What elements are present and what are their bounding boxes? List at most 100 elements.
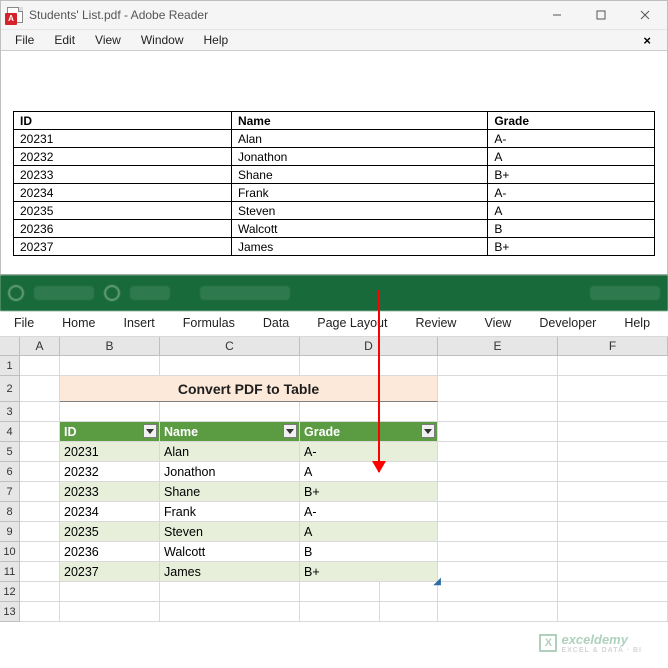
minimize-button[interactable] <box>535 1 579 29</box>
table-cell[interactable]: Walcott <box>160 542 300 562</box>
ribbon-tab-pagelayout[interactable]: Page Layout <box>303 311 401 336</box>
document-close-icon[interactable]: × <box>633 31 661 50</box>
pdf-table-row: 20231AlanA- <box>14 130 655 148</box>
watermark-sub: EXCEL & DATA · BI <box>561 647 642 654</box>
filter-dropdown-icon[interactable] <box>143 424 157 438</box>
excel-ribbon: File Home Insert Formulas Data Page Layo… <box>0 311 668 337</box>
table-cell[interactable]: 20233 <box>60 482 160 502</box>
row-header[interactable]: 13 <box>0 602 20 622</box>
ribbon-tab-help[interactable]: Help <box>610 311 664 336</box>
pdf-table-row: 20236WalcottB <box>14 220 655 238</box>
excel-titlebar-blur <box>200 286 290 300</box>
row-header[interactable]: 3 <box>0 402 20 422</box>
table-cell[interactable]: A <box>300 522 438 542</box>
col-header-B[interactable]: B <box>60 337 160 355</box>
filter-dropdown-icon[interactable] <box>283 424 297 438</box>
filter-dropdown-icon[interactable] <box>421 424 435 438</box>
annotation-arrow-icon <box>378 290 380 472</box>
menu-help[interactable]: Help <box>194 31 239 49</box>
row-header[interactable]: 7 <box>0 482 20 502</box>
select-all-corner[interactable] <box>0 337 20 355</box>
ribbon-tab-home[interactable]: Home <box>48 311 109 336</box>
excel-quick-access-icon <box>104 285 120 301</box>
row-header[interactable]: 11 <box>0 562 20 582</box>
table-cell[interactable]: 20231 <box>60 442 160 462</box>
pdf-table-row: 20234FrankA- <box>14 184 655 202</box>
ribbon-tab-view[interactable]: View <box>470 311 525 336</box>
maximize-button[interactable] <box>579 1 623 29</box>
row-header[interactable]: 9 <box>0 522 20 542</box>
ribbon-tab-insert[interactable]: Insert <box>110 311 169 336</box>
excel-titlebar-blur <box>590 286 660 300</box>
reader-titlebar: A Students' List.pdf - Adobe Reader <box>1 1 667 29</box>
row-header[interactable]: 2 <box>0 376 20 402</box>
ribbon-tab-developer[interactable]: Developer <box>525 311 610 336</box>
menu-window[interactable]: Window <box>131 31 194 49</box>
col-header-F[interactable]: F <box>558 337 668 355</box>
table-header-id: ID <box>60 422 160 442</box>
excel-window: File Home Insert Formulas Data Page Layo… <box>0 275 668 622</box>
ribbon-tab-file[interactable]: File <box>0 311 48 336</box>
table-cell[interactable]: Frank <box>160 502 300 522</box>
col-header-E[interactable]: E <box>438 337 558 355</box>
ribbon-tab-data[interactable]: Data <box>249 311 303 336</box>
ribbon-tab-review[interactable]: Review <box>401 311 470 336</box>
table-header-grade: Grade <box>300 422 438 442</box>
table-cell[interactable]: B+◢ <box>300 562 438 582</box>
row-header[interactable]: 1 <box>0 356 20 376</box>
excel-titlebar <box>0 275 668 311</box>
adobe-reader-window: A Students' List.pdf - Adobe Reader File… <box>0 0 668 275</box>
row-header[interactable]: 8 <box>0 502 20 522</box>
column-headers-row: A B C D E F <box>0 337 668 356</box>
table-resize-handle-icon[interactable]: ◢ <box>433 576 441 587</box>
watermark-logo-icon: X <box>539 634 557 652</box>
table-header-name: Name <box>160 422 300 442</box>
table-cell[interactable]: 20235 <box>60 522 160 542</box>
pdf-table-row: 20232JonathonA <box>14 148 655 166</box>
table-cell[interactable]: B <box>300 542 438 562</box>
excel-titlebar-blur <box>130 286 170 300</box>
table-cell[interactable]: Shane <box>160 482 300 502</box>
pdf-th-grade: Grade <box>488 112 655 130</box>
table-cell[interactable]: A <box>300 462 438 482</box>
pdf-th-id: ID <box>14 112 232 130</box>
ribbon-tab-select[interactable]: Select C <box>664 311 668 336</box>
excel-titlebar-blur <box>34 286 94 300</box>
menu-file[interactable]: File <box>5 31 44 49</box>
pdf-table-row: 20237JamesB+ <box>14 238 655 256</box>
row-header[interactable]: 12 <box>0 582 20 602</box>
menu-edit[interactable]: Edit <box>44 31 85 49</box>
row-header[interactable]: 10 <box>0 542 20 562</box>
table-cell[interactable]: James <box>160 562 300 582</box>
table-cell[interactable]: A- <box>300 442 438 462</box>
row-header[interactable]: 6 <box>0 462 20 482</box>
table-cell[interactable]: Jonathon <box>160 462 300 482</box>
excel-grid[interactable]: A B C D E F 1 2 Convert PDF to Table 3 4 <box>0 337 668 622</box>
pdf-table-row: 20235StevenA <box>14 202 655 220</box>
row-header[interactable]: 5 <box>0 442 20 462</box>
reader-document-area: ID Name Grade 20231AlanA- 20232JonathonA… <box>1 51 667 274</box>
table-cell[interactable]: Alan <box>160 442 300 462</box>
watermark-brand: exceldemy <box>561 632 628 647</box>
table-cell[interactable]: 20237 <box>60 562 160 582</box>
menu-view[interactable]: View <box>85 31 131 49</box>
title-banner: Convert PDF to Table <box>60 376 438 402</box>
worksheet: 1 2 Convert PDF to Table 3 4 ID Name Gra… <box>0 356 668 622</box>
pdf-table-row: 20233ShaneB+ <box>14 166 655 184</box>
col-header-A[interactable]: A <box>20 337 60 355</box>
col-header-D[interactable]: D <box>300 337 438 355</box>
ribbon-tab-formulas[interactable]: Formulas <box>169 311 249 336</box>
table-cell[interactable]: B+ <box>300 482 438 502</box>
table-cell[interactable]: 20232 <box>60 462 160 482</box>
table-cell[interactable]: Steven <box>160 522 300 542</box>
table-cell[interactable]: A- <box>300 502 438 522</box>
close-button[interactable] <box>623 1 667 29</box>
col-header-C[interactable]: C <box>160 337 300 355</box>
reader-title: Students' List.pdf - Adobe Reader <box>29 8 208 22</box>
table-cell[interactable]: 20236 <box>60 542 160 562</box>
pdf-th-name: Name <box>231 112 487 130</box>
row-header[interactable]: 4 <box>0 422 20 442</box>
watermark: X exceldemy EXCEL & DATA · BI <box>539 632 642 654</box>
pdf-table: ID Name Grade 20231AlanA- 20232JonathonA… <box>13 111 655 256</box>
table-cell[interactable]: 20234 <box>60 502 160 522</box>
